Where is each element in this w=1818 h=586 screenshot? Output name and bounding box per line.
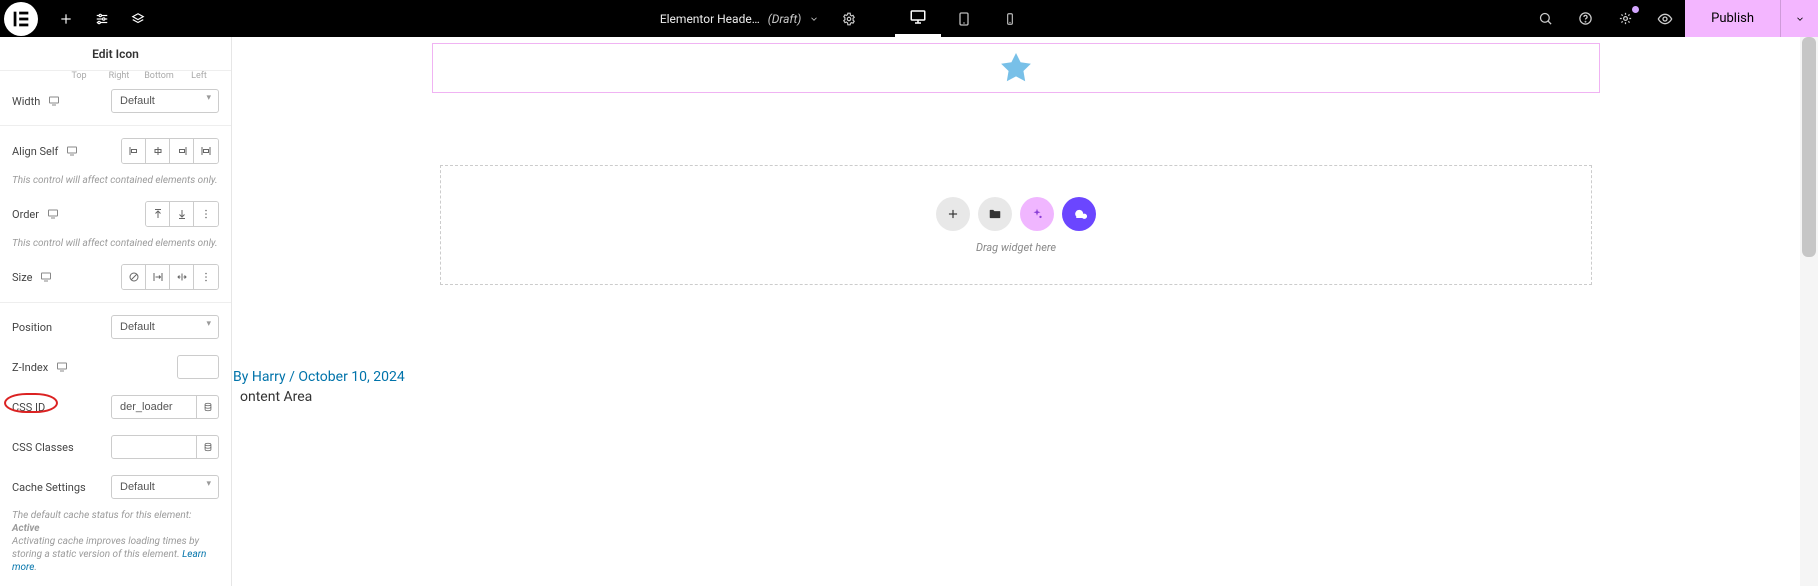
layers-icon[interactable] [120,0,156,37]
align-end[interactable] [170,139,194,163]
publish-dropdown[interactable] [1780,0,1818,37]
selected-section[interactable] [432,43,1600,93]
align-self-row: Align Self [12,130,219,172]
dynamic-icon[interactable] [197,395,219,419]
scrollbar-thumb[interactable] [1802,37,1816,257]
cssclasses-label: CSS Classes [12,441,74,454]
generate-button[interactable] [1062,197,1096,231]
page-settings-gear-icon[interactable] [831,0,867,37]
size-none[interactable] [122,265,146,289]
publish-button[interactable]: Publish [1685,0,1780,37]
editor-canvas[interactable]: Drag widget here By Harry / October 10, … [232,37,1800,586]
folder-button[interactable] [978,197,1012,231]
drag-widget-text: Drag widget here [976,241,1056,254]
order-label: Order [12,208,39,221]
responsive-icon[interactable] [56,361,68,373]
topbar: Elementor Heade… (Draft) [0,0,1818,37]
chevron-down-icon [809,14,819,24]
position-row: Position Default [12,307,219,347]
cssid-label: CSS ID [12,401,45,414]
size-label: Size [12,271,32,284]
zindex-row: Z-Index [12,347,219,387]
order-group [145,201,219,227]
notifications-icon[interactable] [1605,0,1645,37]
align-stretch[interactable] [194,139,218,163]
order-last[interactable] [170,202,194,226]
cssid-input[interactable] [111,395,197,419]
add-widget-button[interactable] [936,197,970,231]
help-icon[interactable] [1565,0,1605,37]
cssclasses-input[interactable] [111,435,197,459]
width-select[interactable]: Default [111,89,219,113]
order-more[interactable] [194,202,218,226]
cssid-row: CSS ID [12,387,219,427]
align-self-label: Align Self [12,145,58,158]
responsive-icon[interactable] [40,271,52,283]
author-link[interactable]: Harry [252,369,286,385]
align-self-group [121,138,219,164]
star-icon[interactable] [997,49,1035,87]
chevron-down-icon [1795,14,1805,24]
align-start[interactable] [122,139,146,163]
responsive-icon[interactable] [48,95,60,107]
size-group [121,264,219,290]
elementor-logo[interactable] [4,2,38,36]
zindex-label: Z-Index [12,361,48,374]
size-more[interactable] [194,265,218,289]
align-help: This control will affect contained eleme… [12,172,219,193]
size-shrink[interactable] [170,265,194,289]
notification-dot [1632,6,1639,13]
responsive-icon[interactable] [47,208,59,220]
preview-eye-icon[interactable] [1645,0,1685,37]
position-select[interactable]: Default [111,315,219,339]
zindex-input[interactable] [177,355,219,379]
device-tablet[interactable] [941,0,987,37]
drop-zone[interactable]: Drag widget here [440,165,1592,285]
align-center[interactable] [146,139,170,163]
order-row: Order [12,193,219,235]
device-mobile[interactable] [987,0,1033,37]
cache-row: Cache Settings Default [12,467,219,507]
width-label: Width [12,95,40,108]
sidebar-panel: Edit Icon Top Right Bottom Left Width De… [0,37,232,586]
size-grow[interactable] [146,265,170,289]
vertical-scrollbar[interactable] [1800,37,1818,586]
add-button[interactable] [48,0,84,37]
doc-status: (Draft) [768,12,802,26]
device-desktop[interactable] [895,0,941,37]
cache-label: Cache Settings [12,481,86,494]
doc-title-text: Elementor Heade… [660,12,760,26]
cssclasses-row: CSS Classes [12,427,219,467]
content-area-label: ontent Area [232,389,1800,405]
date-link[interactable]: October 10, 2024 [298,369,404,385]
responsive-icon[interactable] [66,145,78,157]
order-help: This control will affect contained eleme… [12,235,219,256]
panel-title: Edit Icon [0,37,231,71]
order-first[interactable] [146,202,170,226]
dynamic-icon[interactable] [197,435,219,459]
size-row: Size [12,256,219,298]
settings-sliders-icon[interactable] [84,0,120,37]
ai-button[interactable] [1020,197,1054,231]
width-row: Width Default [12,81,219,121]
cache-help: The default cache status for this elemen… [12,507,219,580]
document-title[interactable]: Elementor Heade… (Draft) [648,0,832,37]
search-icon[interactable] [1525,0,1565,37]
edge-labels: Top Right Bottom Left [12,71,219,81]
post-meta: By Harry / October 10, 2024 [232,369,1800,385]
cache-select[interactable]: Default [111,475,219,499]
position-label: Position [12,321,52,334]
